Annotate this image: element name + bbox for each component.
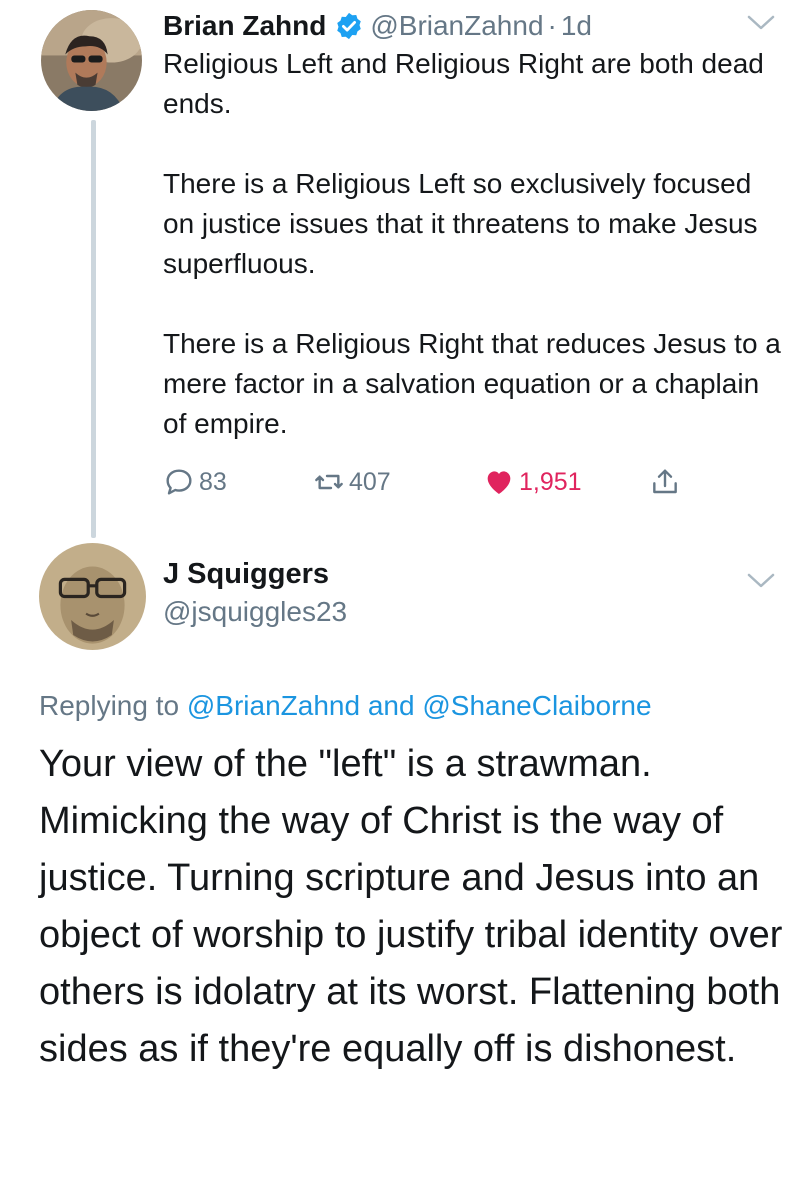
retweet-count: 407 [349,467,391,496]
share-button[interactable] [649,466,685,498]
avatar-photo-icon [39,543,146,650]
reply-button[interactable]: 83 [163,466,227,498]
mention-link[interactable]: @BrianZahnd [187,690,360,721]
author-handle[interactable]: @jsquiggles23 [163,596,347,628]
chevron-down-icon[interactable] [746,570,776,590]
avatar-photo-icon [41,10,142,111]
chevron-down-icon[interactable] [746,12,776,32]
author-name[interactable]: Brian Zahnd [163,10,326,42]
mention-link[interactable]: @ShaneClaiborne [422,690,651,721]
separator-dot: · [547,10,557,41]
replying-prefix: Replying to [39,690,180,721]
reply-icon [166,469,192,495]
avatar-brian-zahnd[interactable] [41,10,142,111]
avatar-j-squiggers[interactable] [39,543,146,650]
tweet-paragraph: Religious Left and Religious Right are b… [163,48,764,119]
retweet-button[interactable]: 407 [313,466,391,498]
reply-text: Your view of the "left" is a strawman. M… [39,743,783,1070]
verified-badge-icon [334,11,364,41]
replying-to-line: Replying to @BrianZahnd and @ShaneClaibo… [39,690,652,722]
heart-icon [487,471,511,494]
reply-count: 83 [199,467,227,496]
author-name[interactable]: J Squiggers [163,558,329,591]
tweet-actions: 83 407 1,951 [163,466,703,502]
tweet-timestamp[interactable]: 1d [561,10,592,42]
tweet-header: Brian Zahnd @BrianZahnd · 1d [163,6,592,46]
tweet-text: Religious Left and Religious Right are b… [163,44,783,444]
like-button[interactable]: 1,951 [483,466,582,498]
tweet-paragraph: There is a Religious Right that reduces … [163,328,781,439]
replying-and[interactable]: and [368,690,415,721]
share-icon [653,469,677,494]
thread-connector-line [91,120,96,538]
like-count: 1,951 [519,467,582,496]
author-handle[interactable]: @BrianZahnd [370,10,543,42]
retweet-icon [315,474,343,490]
tweet-paragraph: There is a Religious Left so exclusively… [163,168,758,279]
